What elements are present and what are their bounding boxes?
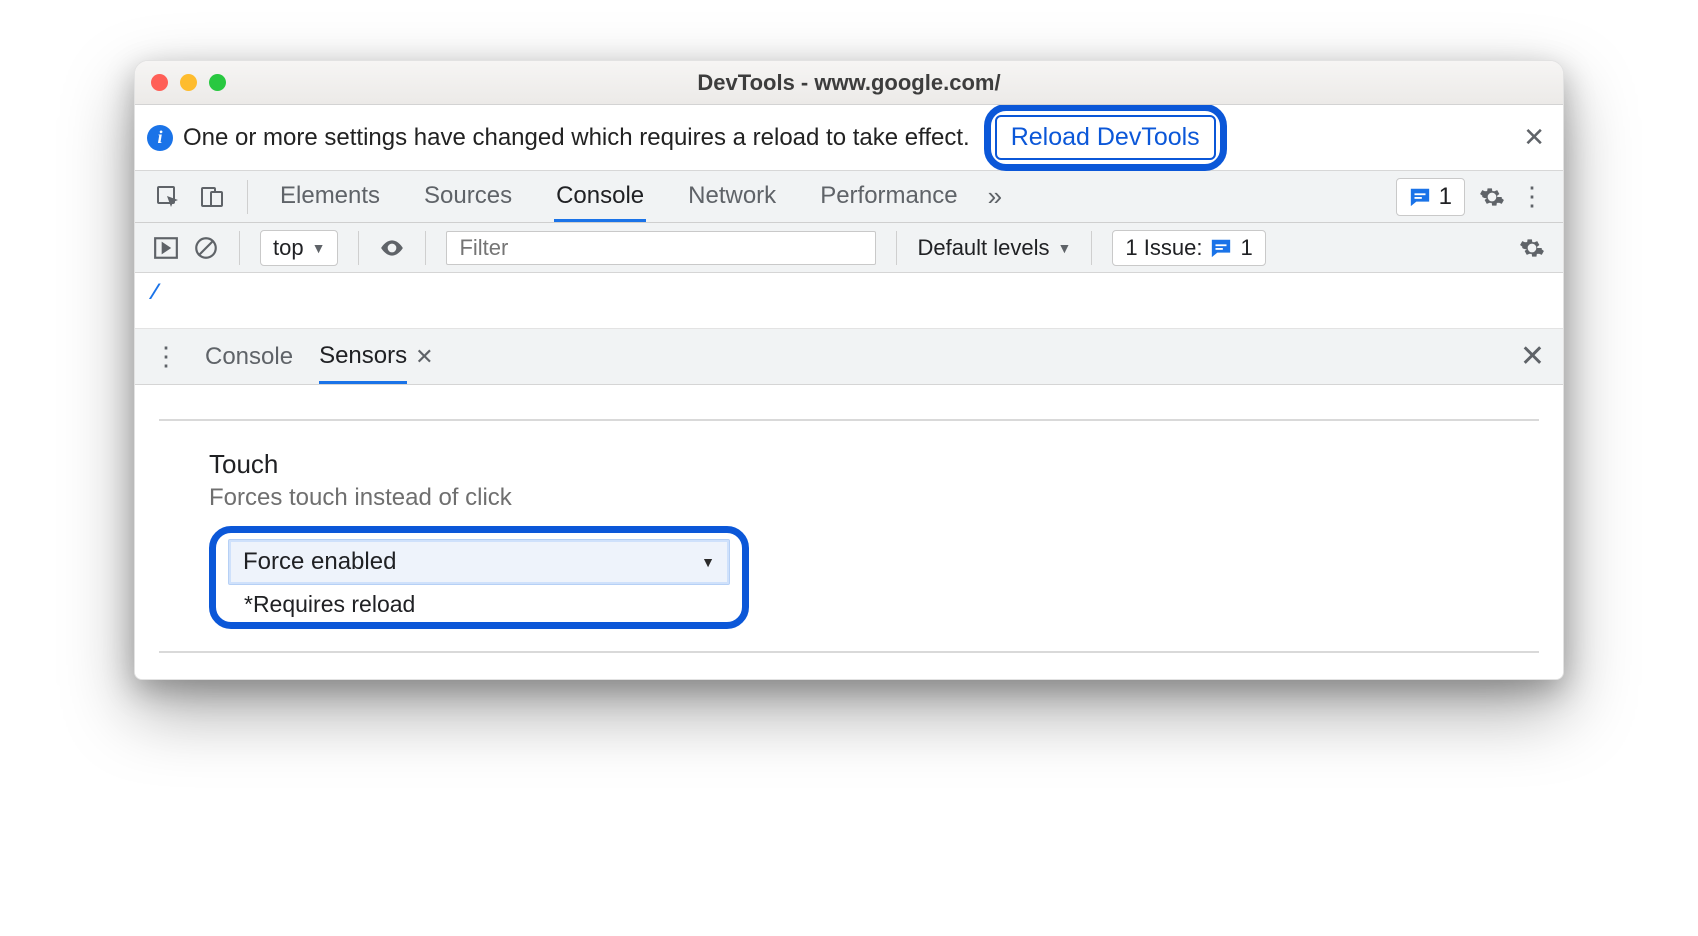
console-body[interactable]: ⁄ bbox=[135, 273, 1563, 329]
divider bbox=[247, 180, 248, 214]
divider bbox=[159, 419, 1539, 421]
touch-mode-select[interactable]: Force enabled ▼ bbox=[228, 539, 730, 585]
issues-count: 1 bbox=[1240, 235, 1252, 261]
context-selector[interactable]: top ▼ bbox=[260, 230, 338, 266]
divider bbox=[425, 231, 426, 265]
message-icon bbox=[1210, 237, 1232, 259]
tab-sources[interactable]: Sources bbox=[422, 172, 514, 222]
issues-label: 1 Issue: bbox=[1125, 235, 1202, 261]
touch-mode-value: Force enabled bbox=[243, 548, 396, 576]
divider bbox=[358, 231, 359, 265]
issues-pill[interactable]: 1 Issue: 1 bbox=[1112, 230, 1265, 266]
touch-section-title: Touch bbox=[209, 449, 1539, 480]
divider bbox=[159, 651, 1539, 653]
maximize-window-icon[interactable] bbox=[209, 74, 226, 91]
tab-console[interactable]: Console bbox=[554, 172, 646, 222]
more-tabs-icon[interactable]: » bbox=[988, 181, 1002, 212]
reload-footnote: *Requires reload bbox=[228, 591, 730, 618]
window-title: DevTools - www.google.com/ bbox=[135, 70, 1563, 96]
tab-network[interactable]: Network bbox=[686, 172, 778, 222]
main-tabbar: Elements Sources Console Network Perform… bbox=[135, 171, 1563, 223]
issues-count: 1 bbox=[1439, 183, 1452, 211]
sidebar-toggle-icon[interactable] bbox=[153, 235, 179, 261]
drawer-tab-sensors[interactable]: Sensors bbox=[319, 330, 407, 384]
console-prompt-icon: ⁄ bbox=[153, 279, 157, 304]
close-drawer-icon[interactable]: ✕ bbox=[1520, 339, 1545, 374]
chevron-down-icon: ▼ bbox=[312, 240, 326, 256]
tab-performance[interactable]: Performance bbox=[818, 172, 959, 222]
close-notification-icon[interactable]: ✕ bbox=[1523, 122, 1545, 153]
filter-input[interactable] bbox=[446, 231, 876, 265]
info-icon: i bbox=[147, 125, 173, 151]
clear-console-icon[interactable] bbox=[193, 235, 219, 261]
touch-setting-highlight: Force enabled ▼ *Requires reload bbox=[209, 526, 749, 629]
minimize-window-icon[interactable] bbox=[180, 74, 197, 91]
divider bbox=[1091, 231, 1092, 265]
console-toolbar: top ▼ Default levels ▼ 1 Issue: 1 bbox=[135, 223, 1563, 273]
settings-gear-icon[interactable] bbox=[1479, 184, 1505, 210]
traffic-lights bbox=[151, 74, 226, 91]
sensors-panel: Touch Forces touch instead of click Forc… bbox=[135, 385, 1563, 679]
main-right-tools: 1 ⋮ bbox=[1396, 178, 1545, 216]
chevron-down-icon: ▼ bbox=[1058, 240, 1072, 256]
reload-button-highlight: Reload DevTools bbox=[984, 104, 1227, 171]
live-expression-icon[interactable] bbox=[379, 235, 405, 261]
chevron-down-icon: ▼ bbox=[701, 554, 715, 570]
reload-devtools-button[interactable]: Reload DevTools bbox=[995, 115, 1216, 160]
devtools-window: DevTools - www.google.com/ i One or more… bbox=[134, 60, 1564, 680]
issues-badge[interactable]: 1 bbox=[1396, 178, 1465, 216]
console-settings-gear-icon[interactable] bbox=[1519, 235, 1545, 261]
divider bbox=[896, 231, 897, 265]
context-label: top bbox=[273, 235, 304, 261]
notification-message: One or more settings have changed which … bbox=[183, 124, 970, 152]
touch-section-desc: Forces touch instead of click bbox=[209, 484, 1539, 512]
close-tab-icon[interactable]: ✕ bbox=[415, 344, 433, 370]
tab-elements[interactable]: Elements bbox=[278, 172, 382, 222]
reload-notification: i One or more settings have changed whic… bbox=[135, 105, 1563, 171]
more-menu-icon[interactable]: ⋮ bbox=[1519, 181, 1545, 212]
main-tabs: Elements Sources Console Network Perform… bbox=[278, 172, 960, 222]
divider bbox=[239, 231, 240, 265]
device-toggle-icon[interactable] bbox=[197, 182, 227, 212]
levels-label: Default levels bbox=[917, 235, 1049, 261]
message-icon bbox=[1409, 186, 1431, 208]
titlebar: DevTools - www.google.com/ bbox=[135, 61, 1563, 105]
drawer-menu-icon[interactable]: ⋮ bbox=[153, 341, 179, 372]
close-window-icon[interactable] bbox=[151, 74, 168, 91]
drawer-tabbar: ⋮ Console Sensors ✕ ✕ bbox=[135, 329, 1563, 385]
inspect-element-icon[interactable] bbox=[153, 182, 183, 212]
drawer-tab-console[interactable]: Console bbox=[205, 331, 293, 382]
log-levels-selector[interactable]: Default levels ▼ bbox=[917, 235, 1071, 261]
